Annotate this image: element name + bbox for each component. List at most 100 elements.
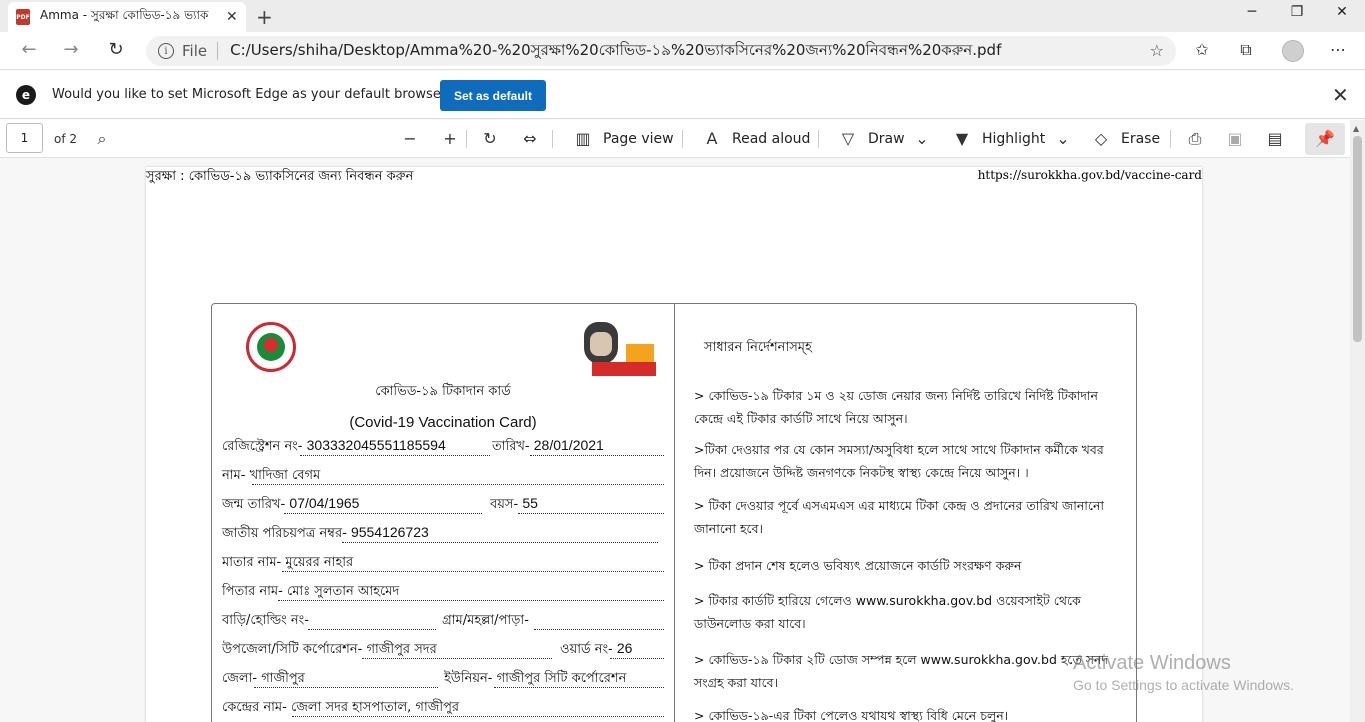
url-scheme: File — [182, 42, 219, 60]
draw-button[interactable]: Draw — [868, 131, 905, 147]
tab-strip: PDF Amma - সুরক্ষা কোভিড-১৯ ভ্যাক ✕ + ─ … — [0, 0, 1365, 32]
close-window-icon[interactable]: ✕ — [1319, 4, 1365, 20]
highlight-button[interactable]: Highlight — [982, 131, 1045, 147]
guideline-item: > কোভিড-১৯ টিকার ১ম ও ২য় ডোজ নেয়ার জন্… — [694, 388, 1098, 426]
pdf-page: সুরক্ষা : কোভিড-১৯ ভ্যাকসিনের জন্য নিবন্… — [146, 167, 1202, 722]
pin-toolbar-icon[interactable]: 📌 — [1305, 123, 1345, 155]
card-title-bangla: কোভিড-১৯ টিকাদান কার্ড — [375, 384, 511, 399]
guideline-item: > টিকার কার্ডটি হারিয়ে গেলেও www.surokk… — [694, 593, 1081, 631]
ward-value: 26 — [616, 640, 633, 656]
address-bar[interactable]: i File C:/Users/shiha/Desktop/Amma%20-%2… — [146, 36, 1176, 66]
guideline-item: > টিকা প্রদান শেষ হলেও ভবিষ্যৎ প্রয়োজনে… — [694, 558, 1022, 573]
name-value: খাদিজা বেগম — [249, 468, 321, 483]
registration-label: রেজিস্ট্রেশন নং- — [222, 439, 303, 454]
draw-icon[interactable]: ▽ — [836, 129, 860, 148]
restore-icon[interactable]: ❐ — [1274, 4, 1320, 20]
age-value: 55 — [522, 495, 538, 511]
registration-value: 303332045551185594 — [306, 437, 446, 453]
read-aloud-icon[interactable]: A — [700, 129, 724, 148]
center-value: জেলা সদর হাসপাতাল, গাজীপুর — [290, 700, 460, 715]
dob-label: জন্ম তারিখ- — [222, 497, 286, 512]
date-value: 28/01/2021 — [533, 437, 604, 453]
page-view-icon[interactable]: ▥ — [571, 129, 595, 148]
page-header-url: https://surokkha.gov.bd/vaccine-card — [977, 168, 1202, 182]
toolbar-divider — [682, 130, 683, 148]
info-icon[interactable]: i — [158, 43, 174, 59]
profile-avatar[interactable] — [1282, 40, 1304, 62]
pdf-file-icon: PDF — [16, 9, 30, 25]
infobar-message: Would you like to set Microsoft Edge as … — [52, 87, 454, 102]
browser-tab[interactable]: PDF Amma - সুরক্ষা কোভিড-১৯ ভ্যাক ✕ — [8, 2, 246, 32]
father-label: পিতার নাম- — [222, 584, 283, 599]
close-tab-icon[interactable]: ✕ — [226, 9, 238, 25]
village-row: গ্রাম/মহল্লা/পাড়া- — [442, 611, 529, 632]
card-divider — [674, 304, 675, 722]
mother-value: মুয়েরর নাহার — [285, 555, 354, 570]
age-label: বয়স- — [490, 497, 519, 512]
scrollbar-thumb[interactable] — [1353, 136, 1362, 342]
close-infobar-icon[interactable]: ✕ — [1332, 83, 1349, 107]
watermark-line-1: Activate Windows — [1073, 652, 1231, 674]
add-favorite-icon[interactable]: ☆ — [1150, 41, 1164, 60]
default-browser-infobar: e Would you like to set Microsoft Edge a… — [0, 71, 1365, 119]
toolbar-divider — [1170, 130, 1171, 148]
save-as-icon[interactable]: ▤ — [1263, 129, 1287, 148]
zoom-out-icon[interactable]: − — [398, 129, 422, 148]
mujib-100-logo — [578, 318, 658, 376]
fit-page-icon[interactable]: ⇔ — [518, 129, 542, 148]
government-seal-logo — [246, 322, 296, 372]
district-label: জেলা- — [222, 671, 258, 686]
page-view-button[interactable]: Page view — [603, 131, 674, 147]
guideline-item: > টিকা দেওয়ার পূর্বে এসএমএস এর মাধ্যমে … — [694, 498, 1105, 536]
highlight-options-chevron-icon[interactable]: ⌄ — [1051, 129, 1075, 148]
edge-logo-icon: e — [16, 85, 36, 105]
erase-button[interactable]: Erase — [1121, 131, 1160, 147]
save-icon[interactable]: ▣ — [1223, 129, 1247, 148]
guideline-item: > কোভিড-১৯-এর টিকা পেলেও যথাযথ স্বাস্থ্য… — [694, 708, 1009, 722]
mother-label: মাতার নাম- — [222, 555, 282, 570]
favorites-icon[interactable]: ✩ — [1189, 40, 1215, 59]
set-as-default-button[interactable]: Set as default — [440, 80, 546, 111]
house-row: বাড়ি/হোল্ডিং নং- — [222, 611, 309, 632]
tab-title: Amma - সুরক্ষা কোভিড-১৯ ভ্যাক — [40, 8, 209, 22]
read-aloud-button[interactable]: Read aloud — [732, 131, 810, 147]
vertical-scrollbar[interactable]: ▲ — [1350, 120, 1365, 722]
highlight-icon[interactable]: ▼ — [950, 129, 974, 148]
minimize-icon[interactable]: ─ — [1229, 4, 1275, 20]
upazila-label: উপজেলা/সিটি কর্পোরেশন- — [222, 642, 363, 657]
rotate-icon[interactable]: ↻ — [478, 129, 502, 148]
guideline-item: >টিকা দেওয়ার পর যে কোন সমস্যা/অসুবিধা হ… — [694, 442, 1104, 480]
forward-icon[interactable]: → — [58, 39, 84, 60]
back-icon[interactable]: ← — [16, 39, 42, 60]
toolbar-divider — [552, 130, 553, 148]
page-number-input[interactable]: 1 — [6, 123, 43, 153]
card-title-english: (Covid-19 Vaccination Card) — [349, 414, 537, 431]
center-label: কেন্দ্রের নাম- — [222, 700, 287, 715]
scroll-up-icon[interactable]: ▲ — [1353, 124, 1359, 133]
erase-icon[interactable]: ◇ — [1089, 129, 1113, 148]
toolbar-divider — [818, 130, 819, 148]
draw-options-chevron-icon[interactable]: ⌄ — [910, 129, 934, 148]
page-count: of 2 — [54, 132, 78, 146]
collections-icon[interactable]: ⧉ — [1233, 40, 1259, 60]
activate-windows-watermark: Activate Windows Go to Settings to activ… — [1073, 652, 1294, 693]
nid-value: 9554126723 — [350, 524, 429, 540]
zoom-in-icon[interactable]: + — [438, 129, 462, 148]
url-text[interactable]: C:/Users/shiha/Desktop/Amma%20-%20সুরক্ষ… — [230, 39, 1130, 64]
upazila-value: গাজীপুর সদর — [366, 642, 437, 657]
vaccination-card: কোভিড-১৯ টিকাদান কার্ড (Covid-19 Vaccina… — [211, 303, 1137, 722]
refresh-icon[interactable]: ↻ — [103, 39, 129, 60]
more-menu-icon[interactable]: ⋯ — [1325, 40, 1351, 59]
search-icon[interactable]: ⌕ — [90, 129, 114, 149]
new-tab-icon[interactable]: + — [256, 5, 273, 29]
navigation-bar: ← → ↻ i File C:/Users/shiha/Desktop/Amma… — [0, 32, 1365, 70]
page-header-title: সুরক্ষা : কোভিড-১৯ ভ্যাকসিনের জন্য নিবন্… — [146, 169, 414, 184]
ward-label: ওয়ার্ড নং- — [560, 642, 613, 657]
district-value: গাজীপুর — [261, 671, 305, 686]
print-icon[interactable]: ⎙ — [1183, 129, 1207, 149]
guidelines-title: সাধারন নির্দেশনাসম্‌হ — [704, 340, 812, 355]
nid-label: জাতীয় পরিচয়পত্র নম্বর- — [222, 526, 347, 541]
father-value: মোঃ সুলতান আহমেদ — [286, 584, 400, 599]
village-label: গ্রাম/মহল্লা/পাড়া- — [442, 613, 529, 628]
dob-value: 07/04/1965 — [289, 495, 360, 511]
